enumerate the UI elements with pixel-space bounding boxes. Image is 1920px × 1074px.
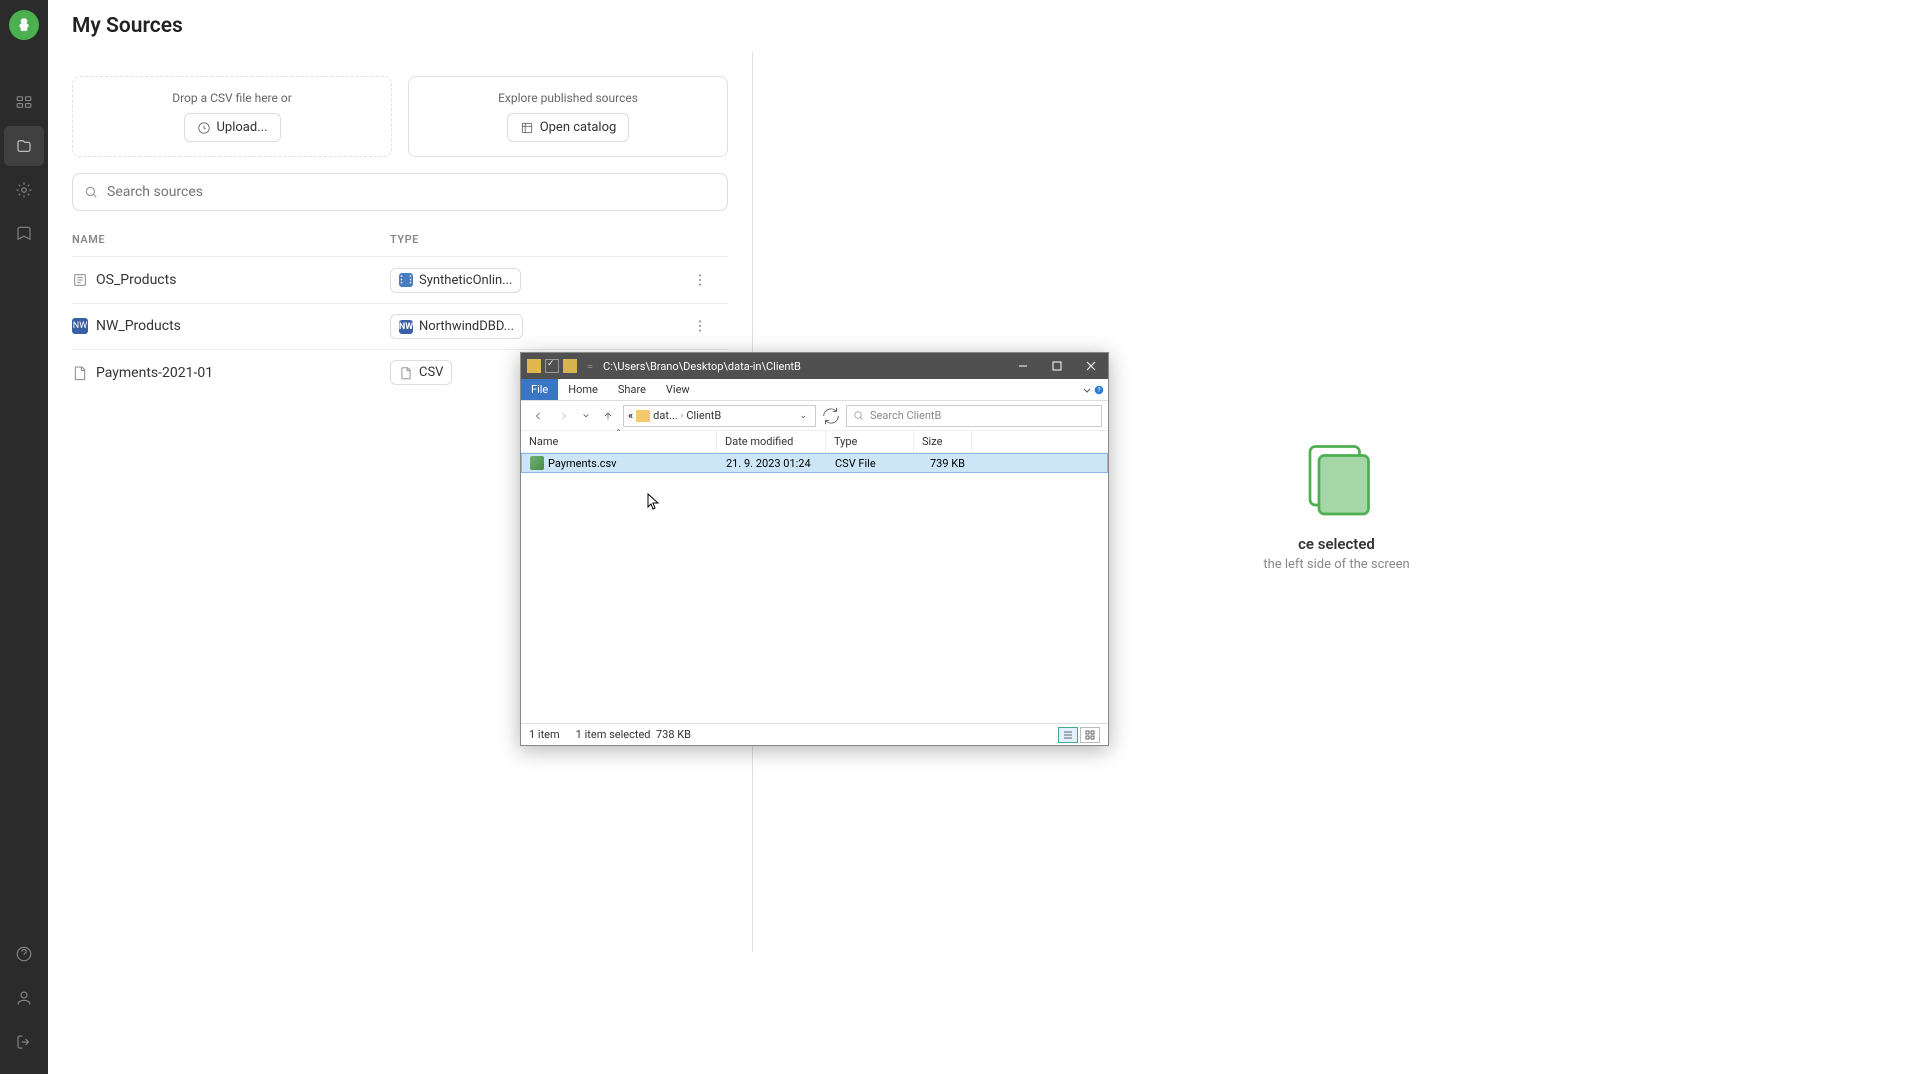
db-icon: NW <box>399 320 413 334</box>
empty-illustration <box>1292 433 1382 523</box>
table-row[interactable]: OS_Products ⋮⋮ SyntheticOnlin... <box>72 256 728 303</box>
nav-back-button[interactable] <box>527 405 549 427</box>
search-icon <box>84 185 98 199</box>
search-placeholder: Search ClientB <box>870 409 941 422</box>
nav-item-1[interactable] <box>4 82 44 122</box>
file-row[interactable]: Payments.csv 21. 9. 2023 01:24 CSV File … <box>521 453 1108 473</box>
explorer-search[interactable]: Search ClientB <box>846 405 1102 427</box>
help-icon[interactable]: ? <box>1094 385 1104 395</box>
minimize-button[interactable] <box>1006 353 1040 379</box>
nav-user[interactable] <box>4 978 44 1018</box>
row-name: OS_Products <box>96 272 176 288</box>
ribbon: File Home Share View ? <box>521 379 1108 401</box>
qat-newfolder-icon[interactable] <box>563 359 577 373</box>
table-row[interactable]: NW NW_Products NW NorthwindDBD... <box>72 303 728 350</box>
open-catalog-button[interactable]: Open catalog <box>507 113 630 142</box>
no-selection-sub: the left side of the screen <box>1263 557 1409 572</box>
crumb-left[interactable]: « <box>628 409 633 422</box>
view-details-button[interactable] <box>1058 727 1078 743</box>
drop-card[interactable]: Drop a CSV file here or Upload... <box>72 76 392 157</box>
nav-item-sources[interactable] <box>4 126 44 166</box>
th-name: NAME <box>72 233 390 246</box>
col-date[interactable]: Date modified <box>717 431 826 452</box>
db-icon: NW <box>72 318 88 334</box>
nav-help[interactable] <box>4 934 44 974</box>
row-more-button[interactable] <box>688 314 712 338</box>
crumb-1[interactable]: dat... <box>653 409 678 422</box>
catalog-label: Open catalog <box>540 120 617 135</box>
csv-icon <box>399 366 413 380</box>
ribbon-view[interactable]: View <box>656 379 700 400</box>
close-button[interactable] <box>1074 353 1108 379</box>
svg-text:?: ? <box>1097 386 1100 394</box>
ribbon-file[interactable]: File <box>521 379 558 400</box>
nav-item-4[interactable] <box>4 214 44 254</box>
catalog-card: Explore published sources Open catalog <box>408 76 728 157</box>
drop-hint: Drop a CSV file here or <box>172 91 292 105</box>
col-size[interactable]: Size <box>914 431 972 452</box>
file-type: CSV File <box>827 457 915 470</box>
ribbon-collapse-icon[interactable] <box>1082 385 1092 395</box>
type-badge[interactable]: NW NorthwindDBD... <box>390 314 523 339</box>
catalog-hint: Explore published sources <box>498 91 638 105</box>
app-logo[interactable] <box>9 10 39 40</box>
db-icon: ⋮⋮ <box>399 273 413 287</box>
type-label: CSV <box>419 365 443 380</box>
row-more-button[interactable] <box>688 268 712 292</box>
address-bar[interactable]: « dat... › ClientB ⌄ <box>623 405 816 427</box>
source-icon <box>72 272 88 288</box>
nav-history-dropdown[interactable] <box>579 412 593 420</box>
titlebar-path: C:\Users\Brano\Desktop\data-in\ClientB <box>597 360 1006 373</box>
type-label: NorthwindDBD... <box>419 319 514 334</box>
titlebar-sep: = <box>587 360 593 373</box>
nav-up-button[interactable] <box>597 405 619 427</box>
ribbon-home[interactable]: Home <box>558 379 608 400</box>
column-headers: Name⌃ Date modified Type Size <box>521 431 1108 453</box>
nav-forward-button[interactable] <box>553 405 575 427</box>
chevron-right-icon[interactable]: › <box>681 411 684 421</box>
row-name: NW_Products <box>96 318 181 334</box>
type-badge[interactable]: CSV <box>390 360 452 385</box>
no-selection-title: ce selected <box>1298 535 1375 553</box>
file-size: 739 KB <box>915 457 973 470</box>
cursor-icon <box>647 493 659 511</box>
status-size: 738 KB <box>656 728 691 741</box>
crumb-2[interactable]: ClientB <box>686 409 721 422</box>
navbar: « dat... › ClientB ⌄ Search ClientB <box>521 401 1108 431</box>
th-type: TYPE <box>390 233 688 246</box>
col-type[interactable]: Type <box>826 431 914 452</box>
upload-label: Upload... <box>217 120 268 135</box>
sidebar <box>0 0 48 1074</box>
status-selected: 1 item selected <box>576 728 651 741</box>
status-count: 1 item <box>529 728 560 741</box>
maximize-button[interactable] <box>1040 353 1074 379</box>
ribbon-share[interactable]: Share <box>608 379 656 400</box>
folder-icon <box>636 410 650 422</box>
view-icons-button[interactable] <box>1080 727 1100 743</box>
search-icon <box>853 410 864 421</box>
page-title: My Sources <box>48 0 1920 52</box>
folder-icon <box>527 359 541 373</box>
file-name: Payments.csv <box>548 457 616 470</box>
file-date: 21. 9. 2023 01:24 <box>718 457 827 470</box>
file-list[interactable]: Payments.csv 21. 9. 2023 01:24 CSV File … <box>521 453 1108 723</box>
file-icon <box>72 365 88 381</box>
file-explorer-window: = C:\Users\Brano\Desktop\data-in\ClientB… <box>520 352 1109 746</box>
titlebar[interactable]: = C:\Users\Brano\Desktop\data-in\ClientB <box>521 353 1108 379</box>
refresh-button[interactable] <box>820 405 842 427</box>
nav-exit[interactable] <box>4 1022 44 1062</box>
col-name[interactable]: Name⌃ <box>521 431 717 452</box>
address-dropdown[interactable]: ⌄ <box>795 411 811 421</box>
sort-asc-icon: ⌃ <box>615 428 622 437</box>
statusbar: 1 item 1 item selected 738 KB <box>521 723 1108 745</box>
qat-properties-icon[interactable] <box>545 359 559 373</box>
search-input[interactable] <box>72 173 728 211</box>
csv-file-icon <box>530 456 544 470</box>
type-label: SyntheticOnlin... <box>419 273 512 288</box>
type-badge[interactable]: ⋮⋮ SyntheticOnlin... <box>390 268 521 293</box>
search-wrap <box>72 173 728 211</box>
upload-button[interactable]: Upload... <box>184 113 281 142</box>
row-name: Payments-2021-01 <box>96 365 213 381</box>
nav-item-3[interactable] <box>4 170 44 210</box>
